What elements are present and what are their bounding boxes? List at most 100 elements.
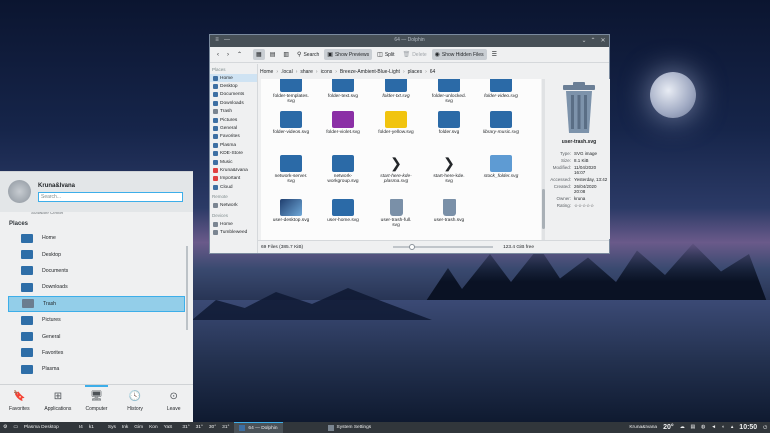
compact-view-button[interactable]: ▤	[267, 49, 279, 60]
breadcrumb-item[interactable]: share	[300, 69, 313, 75]
sidebar-item-important[interactable]: Important	[210, 175, 257, 183]
details-view-button[interactable]: ▥	[280, 49, 292, 60]
file-item[interactable]: folder-templates. svg	[263, 79, 319, 104]
back-button[interactable]: ‹	[214, 49, 222, 60]
lock-icon[interactable]: ⏻	[760, 425, 770, 431]
launcher-item-pictures[interactable]: Pictures	[8, 312, 185, 328]
sidebar-item-plasma[interactable]: Plasma	[210, 141, 257, 149]
launcher-item-plasma[interactable]: Plasma	[8, 361, 185, 377]
launcher-item-desktop[interactable]: Desktop	[8, 246, 185, 262]
task-system-settings[interactable]: System Settings	[323, 422, 377, 433]
breadcrumb-item[interactable]: places	[408, 69, 422, 75]
avatar[interactable]	[8, 180, 31, 203]
file-item[interactable]: folder.svg	[421, 111, 477, 135]
sidebar-item-music[interactable]: Music	[210, 158, 257, 166]
launcher-item-home[interactable]: Home	[8, 230, 185, 246]
show-desktop-button[interactable]: ▭	[10, 425, 21, 430]
up-button[interactable]: ⌃	[234, 49, 245, 60]
sidebar-item-network[interactable]: Network	[210, 201, 257, 209]
task-dolphin[interactable]: 64 — Dolphin	[234, 422, 283, 433]
weather-icon[interactable]: ☁	[677, 425, 688, 430]
launcher-item-downloads[interactable]: Downloads	[8, 279, 185, 295]
launcher-item-trash[interactable]: Trash	[8, 295, 185, 312]
split-button[interactable]: ◫ Split	[374, 49, 397, 60]
tray-expand-icon[interactable]: ▴	[728, 425, 736, 430]
sidebar-item-kde-store[interactable]: KDE-Store	[210, 150, 257, 158]
quick-sys[interactable]: Sys	[105, 425, 119, 430]
dolphin-window[interactable]: ≡ — 64 — Dolphin ⌄ ⌃ ✕ ‹ › ⌃ ▦ ▤ ▥ ⚲ Sear…	[209, 34, 610, 254]
tab-computer[interactable]: 🖥 Computer	[77, 385, 116, 422]
file-item[interactable]: stock_folder.svg	[473, 155, 529, 179]
sidebar-item-trash[interactable]: Trash	[210, 108, 257, 116]
tab-leave[interactable]: ⊙ Leave	[154, 385, 193, 422]
clock[interactable]: 10:50	[736, 424, 760, 431]
file-item[interactable]: user-trash.svg	[421, 199, 477, 223]
sidebar-item-kruna-ivana[interactable]: Kruna&Ivana	[210, 166, 257, 174]
clipboard-icon[interactable]: ▤	[687, 425, 698, 430]
file-item[interactable]: folder-txt.svg	[368, 79, 424, 99]
file-item[interactable]: ❯ start-here-kde- plasma.svg	[368, 155, 424, 184]
quick-kon[interactable]: Kon	[146, 425, 161, 430]
file-item[interactable]: network-server. svg	[263, 155, 319, 184]
forward-button[interactable]: ›	[224, 49, 232, 60]
sidebar-item-home[interactable]: Home	[210, 220, 257, 228]
file-item[interactable]: folder-video.svg	[473, 79, 529, 99]
info-value[interactable]: ☆☆☆☆☆	[574, 203, 610, 209]
hamburger-menu-button[interactable]: ☰	[489, 49, 500, 60]
breadcrumb-item[interactable]: Home	[260, 69, 273, 75]
file-item[interactable]: network- workgroup.svg	[315, 155, 371, 184]
zoom-slider[interactable]	[393, 244, 493, 250]
sidebar-item-downloads[interactable]: Downloads	[210, 99, 257, 107]
sidebar-item-documents[interactable]: Documents	[210, 91, 257, 99]
file-scrollbar[interactable]	[542, 79, 545, 241]
file-item[interactable]: folder-videos.svg	[263, 111, 319, 135]
close-icon[interactable]: ✕	[599, 37, 607, 44]
maximize-icon[interactable]: ⌃	[589, 37, 597, 44]
launcher-item-documents[interactable]: Documents	[8, 263, 185, 279]
notifications-icon[interactable]: ◐	[719, 425, 728, 430]
show-hidden-button[interactable]: ◉ Show Hidden Files	[431, 49, 487, 60]
tab-favorites[interactable]: 🔖 Favorites	[0, 385, 39, 422]
titlebar[interactable]: ≡ — 64 — Dolphin ⌄ ⌃ ✕	[210, 35, 609, 47]
file-item[interactable]: user-home.svg	[315, 199, 371, 223]
tab-history[interactable]: 🕓 History	[116, 385, 155, 422]
sidebar-item-desktop[interactable]: Desktop	[210, 82, 257, 90]
show-previews-button[interactable]: ▣ Show Previews	[324, 49, 373, 60]
minimize-icon[interactable]: ⌄	[580, 37, 588, 44]
launcher-item-favorites[interactable]: Favorites	[8, 345, 185, 361]
file-item[interactable]: user-trash-full. svg	[368, 199, 424, 228]
quick-ink[interactable]: Ink	[119, 425, 131, 430]
launcher-item-general[interactable]: General	[8, 328, 185, 344]
breadcrumb-item[interactable]: 64	[430, 69, 436, 75]
quick-gim[interactable]: Gim	[131, 425, 146, 430]
file-item[interactable]: folder-violet.svg	[315, 111, 371, 135]
sidebar-item-general[interactable]: General	[210, 124, 257, 132]
user-switcher[interactable]: Kruna&Ivana	[626, 425, 660, 430]
sidebar-item-home[interactable]: Home	[210, 74, 257, 83]
plasma-desktop-label[interactable]: Plasma Desktop	[21, 425, 62, 430]
volume-icon[interactable]: ◄	[708, 425, 719, 430]
launcher-search-input[interactable]: Search...	[38, 192, 183, 202]
launcher-scrollbar[interactable]	[186, 246, 188, 330]
file-item[interactable]: folder-text.svg	[315, 79, 371, 99]
file-item[interactable]: folder-yellow.svg	[368, 111, 424, 135]
sidebar-item-cloud[interactable]: Cloud	[210, 183, 257, 191]
file-item[interactable]: ❯ start-here-kde. svg	[421, 155, 477, 184]
file-item[interactable]: library-music.svg	[473, 111, 529, 135]
pager-1[interactable]: I4	[76, 425, 86, 430]
sidebar-item-tumbleweed[interactable]: Tumbleweed	[210, 228, 257, 236]
sidebar-item-pictures[interactable]: Pictures	[210, 116, 257, 124]
weather[interactable]: 20°	[660, 424, 677, 431]
zoom-slider-handle[interactable]	[409, 244, 415, 250]
breadcrumb-item[interactable]: .local	[281, 69, 293, 75]
tab-applications[interactable]: ⊞ Applications	[39, 385, 78, 422]
launcher-button[interactable]: ⚙	[0, 425, 10, 430]
sidebar-item-favorites[interactable]: Favorites	[210, 133, 257, 141]
breadcrumb-item[interactable]: icons	[321, 69, 333, 75]
breadcrumb-item[interactable]: Breeze-Ambient-Blue-Light	[340, 69, 400, 75]
icons-view-button[interactable]: ▦	[253, 49, 265, 60]
quick-yas[interactable]: YaS	[161, 425, 176, 430]
file-item[interactable]: user-desktop.svg	[263, 199, 319, 223]
pager-2[interactable]: k1	[86, 425, 97, 430]
scrollbar-handle[interactable]	[542, 189, 545, 229]
